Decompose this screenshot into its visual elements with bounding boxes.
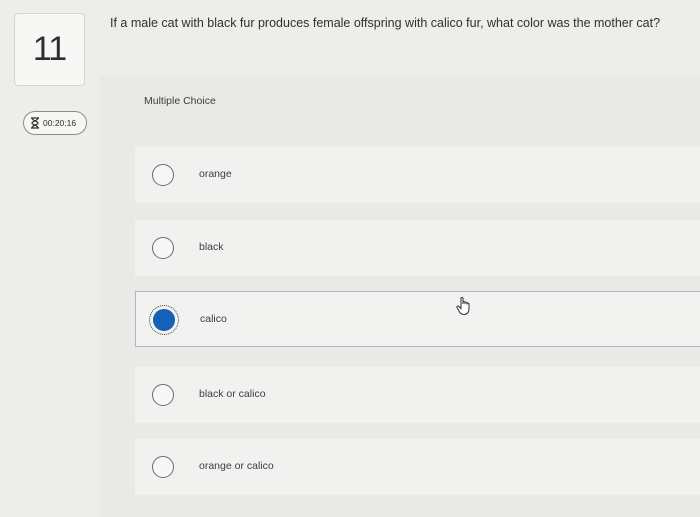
question-type-label: Multiple Choice — [144, 95, 216, 107]
radio-button-selected[interactable] — [149, 305, 179, 335]
option-label: black — [199, 241, 224, 253]
question-text: If a male cat with black fur produces fe… — [110, 16, 661, 30]
timer-value: 00:20:16 — [43, 118, 77, 128]
option-orange-or-calico[interactable]: orange or calico — [135, 439, 700, 495]
radio-button[interactable] — [152, 456, 174, 478]
option-label: calico — [200, 313, 227, 325]
question-sidebar: 11 00:20:16 — [0, 0, 100, 517]
timer-badge: 00:20:16 — [23, 111, 87, 135]
option-black[interactable]: black — [135, 220, 700, 276]
hourglass-icon — [30, 117, 40, 129]
option-black-or-calico[interactable]: black or calico — [135, 367, 700, 423]
option-calico[interactable]: calico — [135, 291, 700, 347]
radio-button[interactable] — [152, 237, 174, 259]
hand-cursor-icon — [455, 296, 473, 321]
option-label: orange — [199, 168, 232, 180]
option-label: black or calico — [199, 388, 266, 400]
option-orange[interactable]: orange — [135, 147, 700, 203]
question-number: 11 — [14, 13, 85, 86]
radio-button[interactable] — [152, 384, 174, 406]
radio-button[interactable] — [152, 164, 174, 186]
option-label: orange or calico — [199, 460, 274, 472]
